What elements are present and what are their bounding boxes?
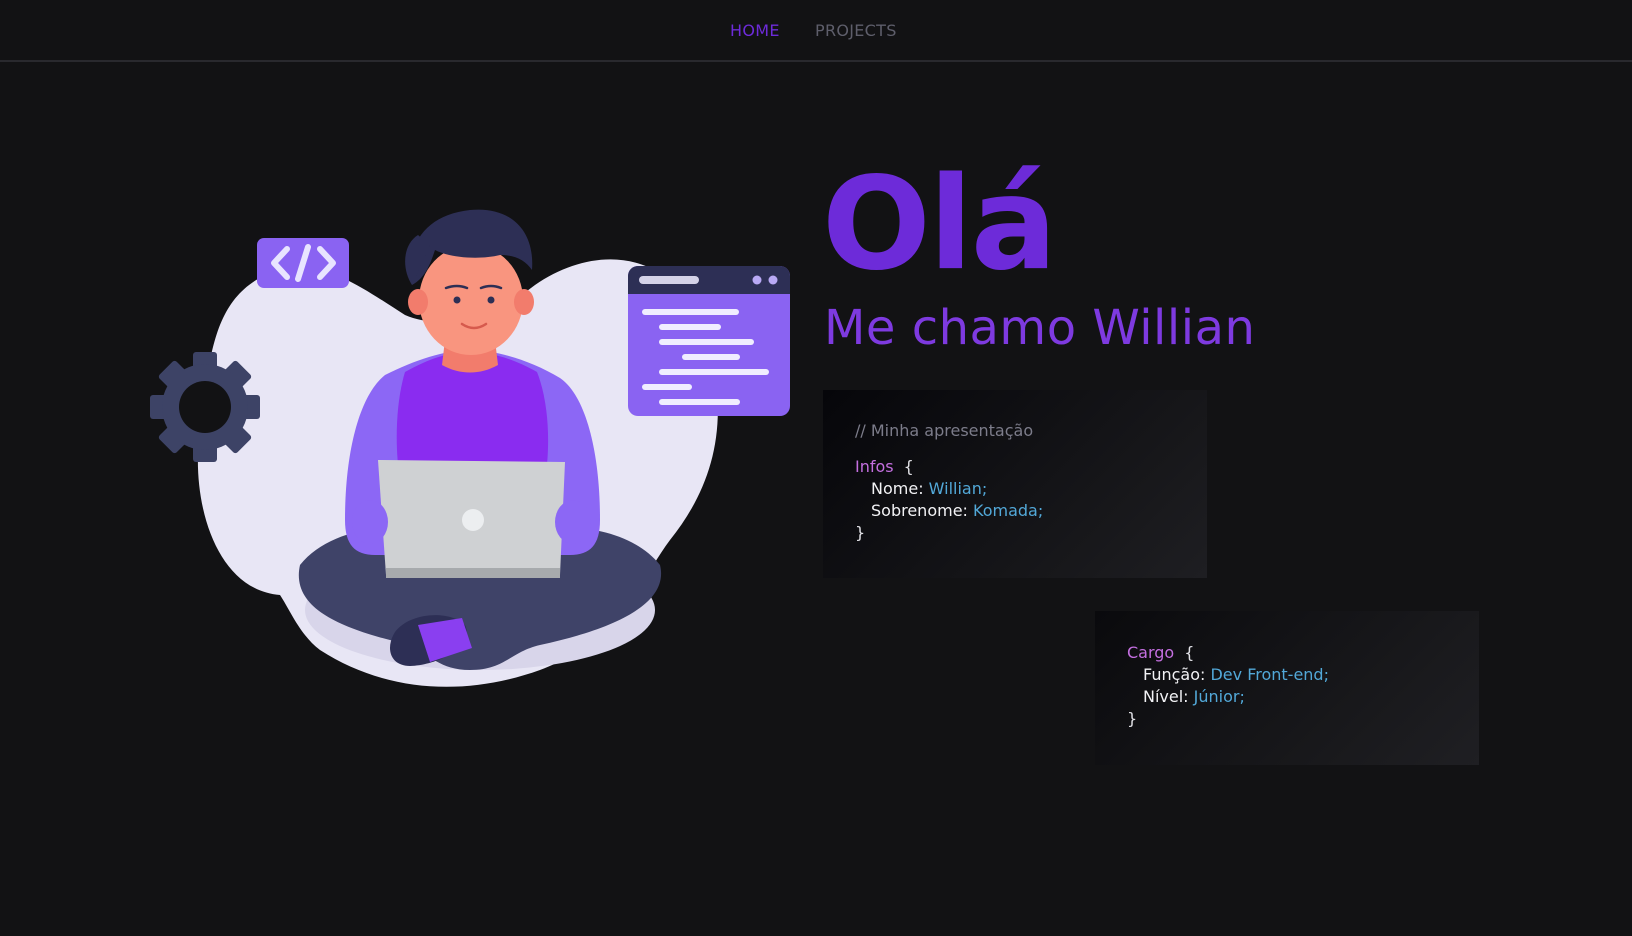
code-comment: // Minha apresentação [855, 421, 1034, 440]
field-value: Komada; [973, 501, 1044, 520]
infos-field-sobrenome: Sobrenome: Komada; [855, 500, 1207, 522]
field-value: Willian; [928, 479, 988, 498]
nav-home-link[interactable]: HOME [730, 21, 780, 40]
cargo-code-card: Cargo { Função: Dev Front-end; Nível: Jún… [1095, 611, 1479, 765]
cargo-field-nivel: Nível: Júnior; [1127, 686, 1479, 708]
field-key: Nome: [871, 479, 924, 498]
infos-open-line: Infos { [855, 456, 1207, 478]
hero-greeting: Olá [822, 150, 1057, 299]
cargo-open-line: Cargo { [1127, 642, 1479, 664]
field-value: Júnior; [1193, 687, 1245, 706]
developer-illustration [150, 209, 790, 687]
laptop-icon [378, 460, 565, 578]
field-key: Nível: [1143, 687, 1189, 706]
cargo-open-brace: { [1184, 643, 1195, 662]
field-key: Sobrenome: [871, 501, 968, 520]
infos-code-card: // Minha apresentação Infos { Nome: Willi… [823, 390, 1207, 578]
infos-field-nome: Nome: Willian; [855, 478, 1207, 500]
field-value: Dev Front-end; [1210, 665, 1329, 684]
code-tag-icon [257, 238, 349, 288]
field-key: Função: [1143, 665, 1206, 684]
nav-projects-link[interactable]: PROJECTS [815, 21, 897, 40]
gear-icon [150, 352, 260, 462]
navbar: HOME PROJECTS [0, 0, 1632, 62]
cargo-close-brace: } [1127, 709, 1138, 728]
cargo-field-funcao: Função: Dev Front-end; [1127, 664, 1479, 686]
infos-open-brace: { [903, 457, 914, 476]
hero-subtitle: Me chamo Willian [824, 300, 1256, 356]
infos-keyword: Infos [855, 457, 894, 476]
browser-window-icon [628, 266, 790, 416]
infos-close-brace: } [855, 523, 866, 542]
cargo-keyword: Cargo [1127, 643, 1175, 662]
